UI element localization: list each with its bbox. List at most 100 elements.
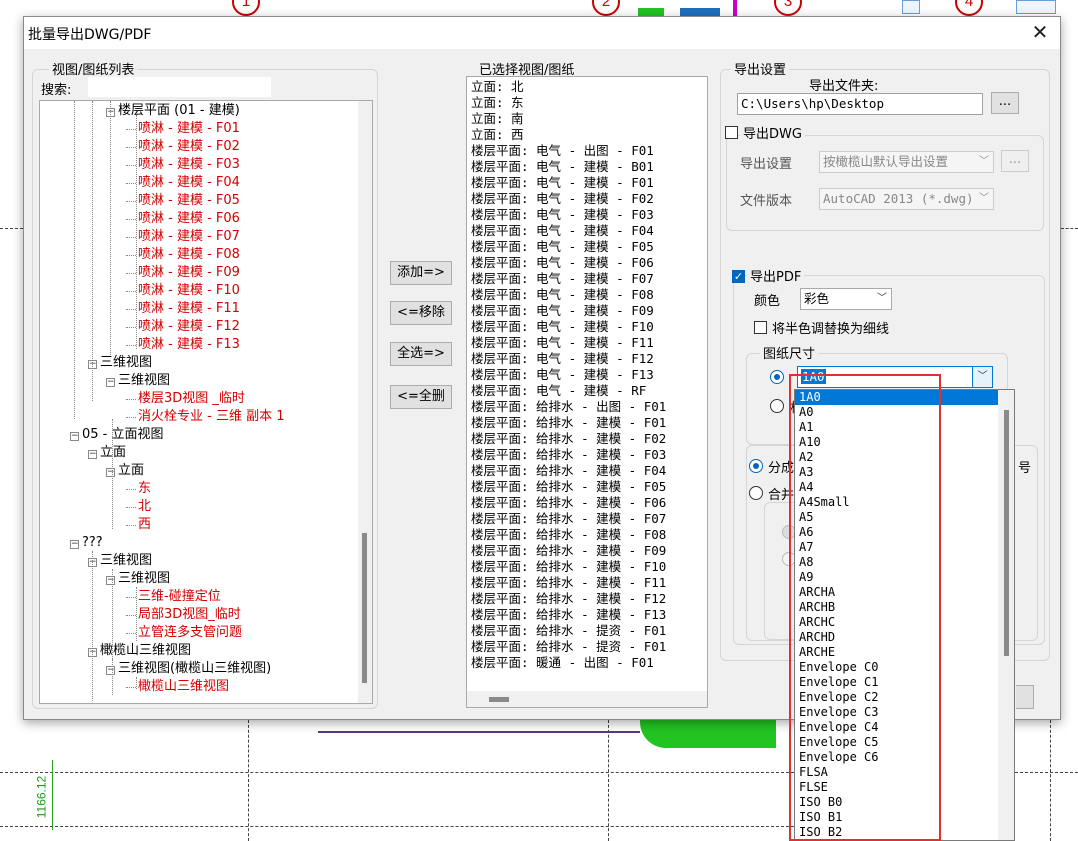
selected-list-item[interactable]: 楼层平面: 给排水 - 建模 - F10 [467,559,707,575]
selected-list-item[interactable]: 立面: 东 [467,95,707,111]
tree-scrollbar[interactable] [358,101,372,703]
tree-node[interactable]: − 三维视图 [88,552,152,570]
tree-leaf[interactable]: 立管连多支管问题 [126,624,242,642]
export-folder-input[interactable]: C:\Users\hp\Desktop [737,93,983,115]
selected-list-item[interactable]: 楼层平面: 电气 - 建模 - F13 [467,367,707,383]
selected-list-item[interactable]: 楼层平面: 电气 - 出图 - F01 [467,143,707,159]
selected-list-item[interactable]: 楼层平面: 给排水 - 出图 - F01 [467,399,707,415]
bottom-button-partial[interactable] [1016,685,1034,709]
selected-list-item[interactable]: 立面: 南 [467,111,707,127]
selected-list-item[interactable]: 楼层平面: 给排水 - 建模 - F08 [467,527,707,543]
export-pdf-checkbox[interactable]: ✓ [732,270,745,283]
selected-list-item[interactable]: 楼层平面: 给排水 - 建模 - F07 [467,511,707,527]
selected-list-item[interactable]: 楼层平面: 给排水 - 建模 - F04 [467,463,707,479]
tree-node[interactable]: −??? [70,534,103,552]
tree-leaf[interactable]: 西 [126,516,151,534]
selected-list-item[interactable]: 立面: 西 [467,127,707,143]
selected-list-item[interactable]: 楼层平面: 电气 - 建模 - F07 [467,271,707,287]
selected-hscroll-thumb[interactable] [489,697,509,702]
selected-list[interactable]: 立面: 北立面: 东立面: 南立面: 西楼层平面: 电气 - 出图 - F01 楼… [467,79,707,671]
add-button[interactable]: 添加=> [390,261,452,285]
tree-node[interactable]: − 楼层平面 (01 - 建模) [106,102,240,120]
tree-leaf[interactable]: 喷淋 - 建模 - F04 [126,174,240,192]
paper-size-radio-2[interactable] [770,399,784,413]
collapse-toggle-icon[interactable]: − [106,666,115,675]
selected-list-item[interactable]: 楼层平面: 给排水 - 建模 - F11 [467,575,707,591]
collapse-toggle-icon[interactable]: − [106,576,115,585]
tree-leaf[interactable]: 喷淋 - 建模 - F13 [126,336,240,354]
tree-leaf[interactable]: 喷淋 - 建模 - F02 [126,138,240,156]
selected-list-item[interactable]: 立面: 北 [467,79,707,95]
tree-leaf[interactable]: 局部3D视图_临时 [126,606,241,624]
tree-scrollbar-thumb[interactable] [362,533,367,683]
selected-list-item[interactable]: 楼层平面: 电气 - 建模 - F03 [467,207,707,223]
selected-list-item[interactable]: 楼层平面: 给排水 - 建模 - F02 [467,431,707,447]
selected-list-item[interactable]: 楼层平面: 给排水 - 建模 - F01 [467,415,707,431]
halftone-checkbox[interactable] [754,321,767,334]
tree-leaf[interactable]: 喷淋 - 建模 - F11 [126,300,240,318]
tree-leaf[interactable]: 喷淋 - 建模 - F09 [126,264,240,282]
color-select[interactable]: 彩色 ﹀ [800,288,892,310]
selected-list-item[interactable]: 楼层平面: 电气 - 建模 - F11 [467,335,707,351]
selected-list-item[interactable]: 楼层平面: 电气 - 建模 - F08 [467,287,707,303]
tree-leaf[interactable]: 喷淋 - 建模 - F08 [126,246,240,264]
selected-list-item[interactable]: 楼层平面: 电气 - 建模 - F01 [467,175,707,191]
separate-files-radio[interactable] [749,459,763,473]
collapse-toggle-icon[interactable]: − [106,378,115,387]
selected-list-item[interactable]: 楼层平面: 给排水 - 建模 - F05 [467,479,707,495]
dropdown-scrollbar-thumb[interactable] [1004,410,1009,656]
tree-node[interactable]: − 三维视图 [88,354,152,372]
selected-list-item[interactable]: 楼层平面: 给排水 - 建模 - F06 [467,495,707,511]
tree-leaf[interactable]: 喷淋 - 建模 - F06 [126,210,240,228]
tree-leaf[interactable]: 喷淋 - 建模 - F01 [126,120,240,138]
tree-leaf[interactable]: 东 [126,480,151,498]
remove-button[interactable]: <=移除 [390,301,452,325]
tree-node[interactable]: − 三维视图(橄榄山三维视图) [106,660,271,678]
selected-list-item[interactable]: 楼层平面: 给排水 - 提资 - F01 [467,639,707,655]
selected-list-item[interactable]: 楼层平面: 电气 - 建模 - F12 [467,351,707,367]
selected-list-item[interactable]: 楼层平面: 电气 - 建模 - F05 [467,239,707,255]
tree-leaf[interactable]: 北 [126,498,151,516]
tree-node[interactable]: − 立面 [88,444,126,462]
merge-files-radio[interactable] [749,486,763,500]
close-button[interactable]: ✕ [1026,21,1054,45]
search-input[interactable] [88,77,271,97]
select-all-button[interactable]: 全选=> [390,342,452,366]
selected-list-item[interactable]: 楼层平面: 电气 - 建模 - RF [467,383,707,399]
tree-leaf[interactable]: 喷淋 - 建模 - F12 [126,318,240,336]
collapse-toggle-icon[interactable]: − [70,540,79,549]
tree-leaf[interactable]: 喷淋 - 建模 - F07 [126,228,240,246]
selected-list-item[interactable]: 楼层平面: 电气 - 建模 - F06 [467,255,707,271]
collapse-toggle-icon[interactable]: − [70,432,79,441]
tree-leaf[interactable]: 喷淋 - 建模 - F03 [126,156,240,174]
selected-list-item[interactable]: 楼层平面: 电气 - 建模 - F04 [467,223,707,239]
tree-node[interactable]: −05 - 立面视图 [70,426,164,444]
paper-size-radio[interactable] [770,370,784,384]
tree-leaf[interactable]: 三维-碰撞定位 [126,588,221,606]
delete-all-button[interactable]: <=全删 [390,385,452,409]
selected-list-item[interactable]: 楼层平面: 给排水 - 建模 - F12 [467,591,707,607]
collapse-toggle-icon[interactable]: − [88,450,97,459]
tree-node[interactable]: − 橄榄山三维视图 [88,642,191,660]
browse-folder-button[interactable]: ... [991,92,1019,114]
selected-list-item[interactable]: 楼层平面: 电气 - 建模 - F10 [467,319,707,335]
tree-node[interactable]: − 三维视图 [106,570,170,588]
collapse-toggle-icon[interactable]: − [106,468,115,477]
selected-list-item[interactable]: 楼层平面: 电气 - 建模 - B01 [467,159,707,175]
selected-list-item[interactable]: 楼层平面: 给排水 - 提资 - F01 [467,623,707,639]
selected-list-item[interactable]: 楼层平面: 电气 - 建模 - F09 [467,303,707,319]
selected-list-item[interactable]: 楼层平面: 暖通 - 出图 - F01 [467,655,707,671]
tree-leaf[interactable]: 喷淋 - 建模 - F05 [126,192,240,210]
selected-list-item[interactable]: 楼层平面: 给排水 - 建模 - F09 [467,543,707,559]
selected-list-item[interactable]: 楼层平面: 给排水 - 建模 - F13 [467,607,707,623]
tree-node[interactable]: − 三维视图 [106,372,170,390]
tree-leaf[interactable]: 消火栓专业 - 三维 副本 1 [126,408,285,426]
selected-list-item[interactable]: 楼层平面: 给排水 - 建模 - F03 [467,447,707,463]
selected-hscroll[interactable] [467,691,707,707]
tree-leaf[interactable]: 橄榄山三维视图 [126,678,229,696]
selected-list-item[interactable]: 楼层平面: 电气 - 建模 - F02 [467,191,707,207]
export-dwg-checkbox[interactable] [725,126,738,139]
tree-leaf[interactable]: 楼层3D视图 _临时 [126,390,245,408]
dropdown-scrollbar[interactable] [998,390,1014,840]
tree-leaf[interactable]: 喷淋 - 建模 - F10 [126,282,240,300]
